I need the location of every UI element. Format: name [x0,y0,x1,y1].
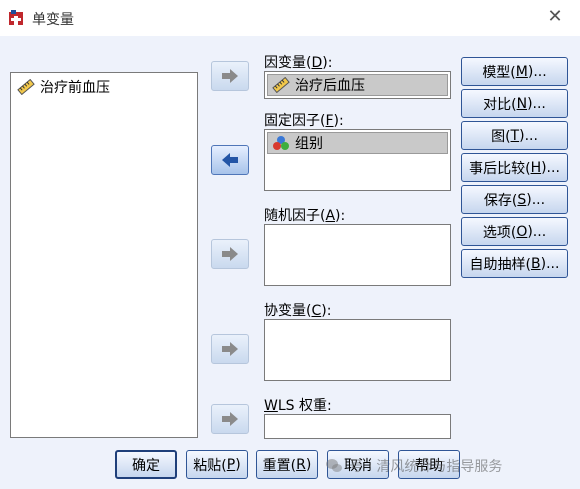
scale-ruler-icon [17,79,35,95]
close-icon[interactable]: ✕ [544,6,566,28]
list-item[interactable]: 组别 [267,132,448,154]
post-hoc-button[interactable]: 事后比较(H)... [461,153,568,182]
source-variable-list[interactable]: 治疗前血压 [10,72,198,438]
plots-button[interactable]: 图(T)... [461,121,568,150]
wls-weight-label: WLS 权重: [264,398,332,414]
arrow-right-icon [222,412,238,426]
reset-button[interactable]: 重置(R) [256,450,318,479]
scale-ruler-icon [272,77,290,93]
dependent-variable-label: 因变量(D): [264,55,333,71]
variable-label: 治疗前血压 [40,80,110,96]
dependent-variable-value[interactable]: 治疗后血压 [267,74,448,96]
dependent-variable-field[interactable]: 治疗后血压 [264,71,451,99]
save-button[interactable]: 保存(S)... [461,185,568,214]
random-factors-label: 随机因子(A): [264,208,346,224]
move-to-random-factors-button[interactable] [211,239,249,269]
nominal-balls-icon [273,136,289,150]
list-item[interactable]: 治疗前血压 [17,77,110,97]
fixed-factors-label: 固定因子(F): [264,113,344,129]
title-bar: 单变量 ✕ [0,0,580,36]
cancel-button[interactable]: 取消 [327,450,389,479]
paste-button[interactable]: 粘贴(P) [186,450,248,479]
arrow-left-icon [222,153,238,167]
arrow-right-icon [222,247,238,261]
move-to-dependent-button[interactable] [211,61,249,91]
options-button[interactable]: 选项(O)... [461,217,568,246]
help-button[interactable]: 帮助 [398,450,460,479]
fixed-factors-list[interactable]: 组别 [264,129,451,191]
window-title: 单变量 [32,12,74,28]
arrow-right-icon [222,69,238,83]
app-icon [9,10,23,25]
covariates-list[interactable] [264,319,451,381]
move-to-covariates-button[interactable] [211,334,249,364]
covariates-label: 协变量(C): [264,303,332,319]
wls-weight-field[interactable] [264,414,451,439]
contrasts-button[interactable]: 对比(N)... [461,89,568,118]
ok-button[interactable]: 确定 [115,450,177,479]
move-to-wls-weight-button[interactable] [211,404,249,434]
move-to-fixed-factors-button[interactable] [211,145,249,175]
arrow-right-icon [222,342,238,356]
model-button[interactable]: 模型(M)... [461,57,568,86]
random-factors-list[interactable] [264,224,451,286]
bootstrap-button[interactable]: 自助抽样(B)... [461,249,568,278]
